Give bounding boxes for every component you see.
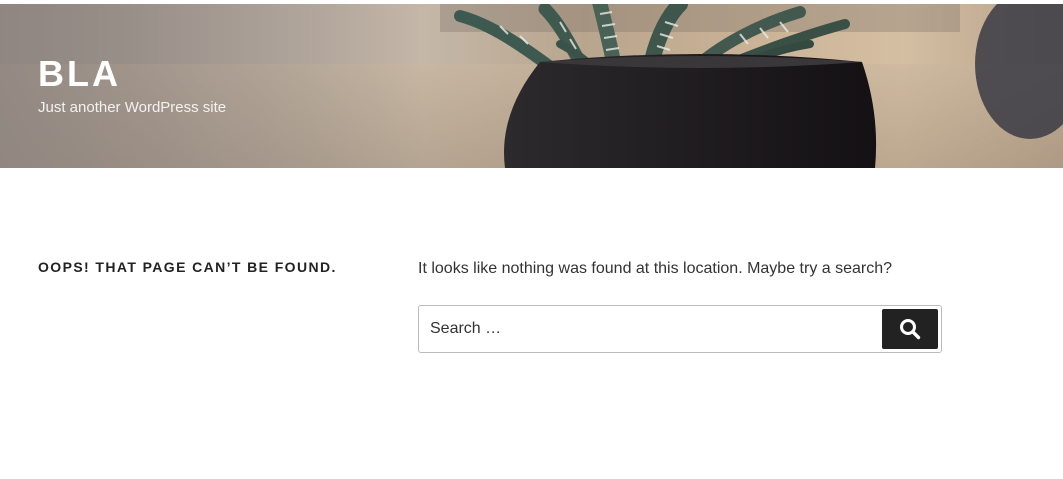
page-title: Oops! That page can’t be found. [38, 259, 337, 275]
site-branding: BLA Just another WordPress site [38, 54, 226, 118]
search-icon [900, 319, 921, 340]
site-header: BLA Just another WordPress site [0, 4, 1063, 168]
search-form [418, 305, 942, 353]
not-found-message: It looks like nothing was found at this … [418, 260, 893, 277]
site-description: Just another WordPress site [38, 99, 227, 116]
site-title[interactable]: BLA [38, 54, 226, 94]
main-content: Oops! That page can’t be found. It looks… [0, 168, 1063, 479]
search-input[interactable] [430, 306, 880, 352]
search-button[interactable] [882, 309, 938, 349]
